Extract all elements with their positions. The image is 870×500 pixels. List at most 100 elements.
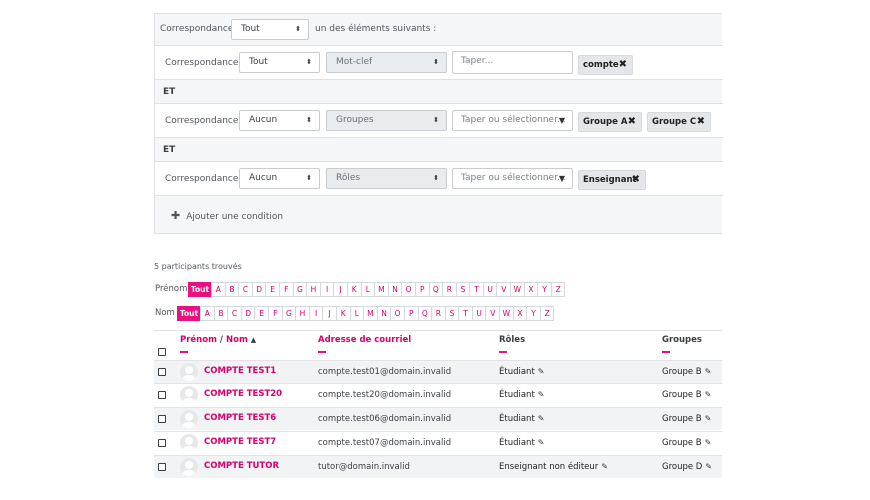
firstname-initial[interactable]: X [523, 282, 539, 297]
match-all-select[interactable]: Tout ⬍ [231, 19, 309, 40]
firstname-initial[interactable]: L [360, 282, 376, 297]
lastname-initial[interactable]: H [295, 306, 310, 321]
lastname-initial[interactable]: C [227, 306, 242, 321]
row-checkbox[interactable] [158, 391, 166, 399]
user-name-link[interactable]: COMPTE TUTOR [204, 461, 279, 471]
lastname-initial[interactable]: X [512, 306, 528, 321]
collapse-column-icon[interactable] [662, 351, 670, 353]
row-checkbox[interactable] [158, 439, 166, 447]
lastname-initial[interactable]: I [308, 306, 324, 321]
user-name-link[interactable]: COMPTE TEST1 [204, 366, 276, 376]
select-all-checkbox[interactable] [158, 348, 166, 356]
pencil-icon[interactable]: ✎ [705, 367, 712, 376]
firstname-initial[interactable]: M [374, 282, 389, 297]
firstname-initial[interactable]: C [238, 282, 253, 297]
user-name-link[interactable]: COMPTE TEST6 [204, 413, 276, 423]
condition-match-select[interactable]: Aucun ⬍ [239, 168, 320, 189]
firstname-initial[interactable]: P [414, 282, 430, 297]
collapse-column-icon[interactable] [499, 351, 507, 353]
close-icon[interactable]: ✖ [628, 113, 636, 131]
caret-down-icon[interactable]: ▼ [559, 169, 565, 188]
lastname-initial[interactable]: L [349, 306, 365, 321]
condition-field-select[interactable]: Mot-clef ⬍ [326, 52, 447, 73]
lastname-initial[interactable]: A [200, 306, 215, 321]
firstname-initial[interactable]: O [401, 282, 416, 297]
lastname-initial[interactable]: P [403, 306, 419, 321]
pencil-icon[interactable]: ✎ [601, 462, 608, 471]
lastname-initial[interactable]: R [431, 306, 446, 321]
lastname-initial[interactable]: Y [526, 306, 541, 321]
firstname-initial[interactable]: R [442, 282, 457, 297]
firstname-initial[interactable]: N [387, 282, 403, 297]
sort-firstname-link[interactable]: Prénom [180, 335, 217, 345]
row-checkbox[interactable] [158, 368, 166, 376]
pencil-icon[interactable]: ✎ [705, 390, 712, 399]
sort-email-link[interactable]: Adresse de courriel [318, 335, 411, 345]
firstname-initial[interactable]: H [306, 282, 321, 297]
condition-match-select[interactable]: Tout ⬍ [239, 52, 320, 73]
user-name-link[interactable]: COMPTE TEST20 [204, 389, 282, 399]
lastname-initial[interactable]: M [363, 306, 378, 321]
firstname-initial[interactable]: Z [550, 282, 566, 297]
add-condition-button[interactable]: ✚ Ajouter une condition [171, 209, 283, 222]
filter-chip-enseignant[interactable]: Enseignant ✖ [578, 170, 646, 190]
lastname-initial[interactable]: D [240, 306, 256, 321]
firstname-initial[interactable]: V [496, 282, 512, 297]
roles-autocomplete-input[interactable]: Taper ou sélectionner... ▼ [452, 168, 573, 189]
caret-down-icon[interactable]: ▼ [559, 111, 565, 130]
firstname-initial[interactable]: I [319, 282, 335, 297]
pencil-icon[interactable]: ✎ [705, 462, 712, 471]
firstname-initial[interactable]: Y [537, 282, 552, 297]
firstname-initial[interactable]: T [469, 282, 484, 297]
lastname-initial[interactable]: T [458, 306, 473, 321]
firstname-initial[interactable]: J [333, 282, 348, 297]
firstname-initial[interactable]: S [455, 282, 471, 297]
lastname-initial-all[interactable]: Tout [177, 306, 201, 321]
lastname-initial[interactable]: K [335, 306, 351, 321]
firstname-initial[interactable]: K [346, 282, 362, 297]
condition-field-select[interactable]: Rôles ⬍ [326, 168, 447, 189]
pencil-icon[interactable]: ✎ [538, 438, 545, 447]
condition-match-select[interactable]: Aucun ⬍ [239, 110, 320, 131]
firstname-initial[interactable]: A [211, 282, 226, 297]
firstname-initial[interactable]: B [224, 282, 240, 297]
lastname-initial[interactable]: J [322, 306, 337, 321]
pencil-icon[interactable]: ✎ [538, 390, 545, 399]
sort-lastname-link[interactable]: Nom [226, 335, 248, 345]
close-icon[interactable]: ✖ [619, 56, 627, 74]
lastname-initial[interactable]: V [485, 306, 501, 321]
pencil-icon[interactable]: ✎ [538, 367, 545, 376]
filter-chip-compte[interactable]: compte ✖ [578, 55, 633, 75]
lastname-initial[interactable]: S [444, 306, 460, 321]
firstname-initial[interactable]: E [265, 282, 280, 297]
user-name-link[interactable]: COMPTE TEST7 [204, 437, 276, 447]
pencil-icon[interactable]: ✎ [705, 438, 712, 447]
lastname-initial[interactable]: G [281, 306, 297, 321]
keyword-input[interactable]: Taper... [452, 51, 573, 74]
lastname-initial[interactable]: N [376, 306, 392, 321]
row-checkbox[interactable] [158, 415, 166, 423]
firstname-initial[interactable]: D [251, 282, 267, 297]
pencil-icon[interactable]: ✎ [705, 414, 712, 423]
lastname-initial[interactable]: U [471, 306, 487, 321]
firstname-initial[interactable]: G [292, 282, 308, 297]
lastname-initial[interactable]: O [390, 306, 405, 321]
groups-autocomplete-input[interactable]: Taper ou sélectionner... ▼ [452, 110, 573, 131]
condition-field-select[interactable]: Groupes ⬍ [326, 110, 447, 131]
pencil-icon[interactable]: ✎ [538, 414, 545, 423]
lastname-initial[interactable]: F [267, 306, 283, 321]
lastname-initial[interactable]: E [254, 306, 269, 321]
filter-chip-groupe-a[interactable]: Groupe A ✖ [578, 112, 642, 132]
filter-chip-groupe-c[interactable]: Groupe C ✖ [647, 112, 711, 132]
lastname-initial[interactable]: Z [539, 306, 555, 321]
firstname-initial[interactable]: W [510, 282, 525, 297]
firstname-initial-all[interactable]: Tout [188, 282, 212, 297]
collapse-column-icon[interactable] [318, 351, 326, 353]
collapse-column-icon[interactable] [180, 351, 188, 353]
lastname-initial[interactable]: W [499, 306, 514, 321]
firstname-initial[interactable]: Q [428, 282, 444, 297]
lastname-initial[interactable]: Q [417, 306, 433, 321]
firstname-initial[interactable]: F [278, 282, 294, 297]
close-icon[interactable]: ✖ [697, 113, 705, 131]
close-icon[interactable]: ✖ [632, 171, 640, 189]
